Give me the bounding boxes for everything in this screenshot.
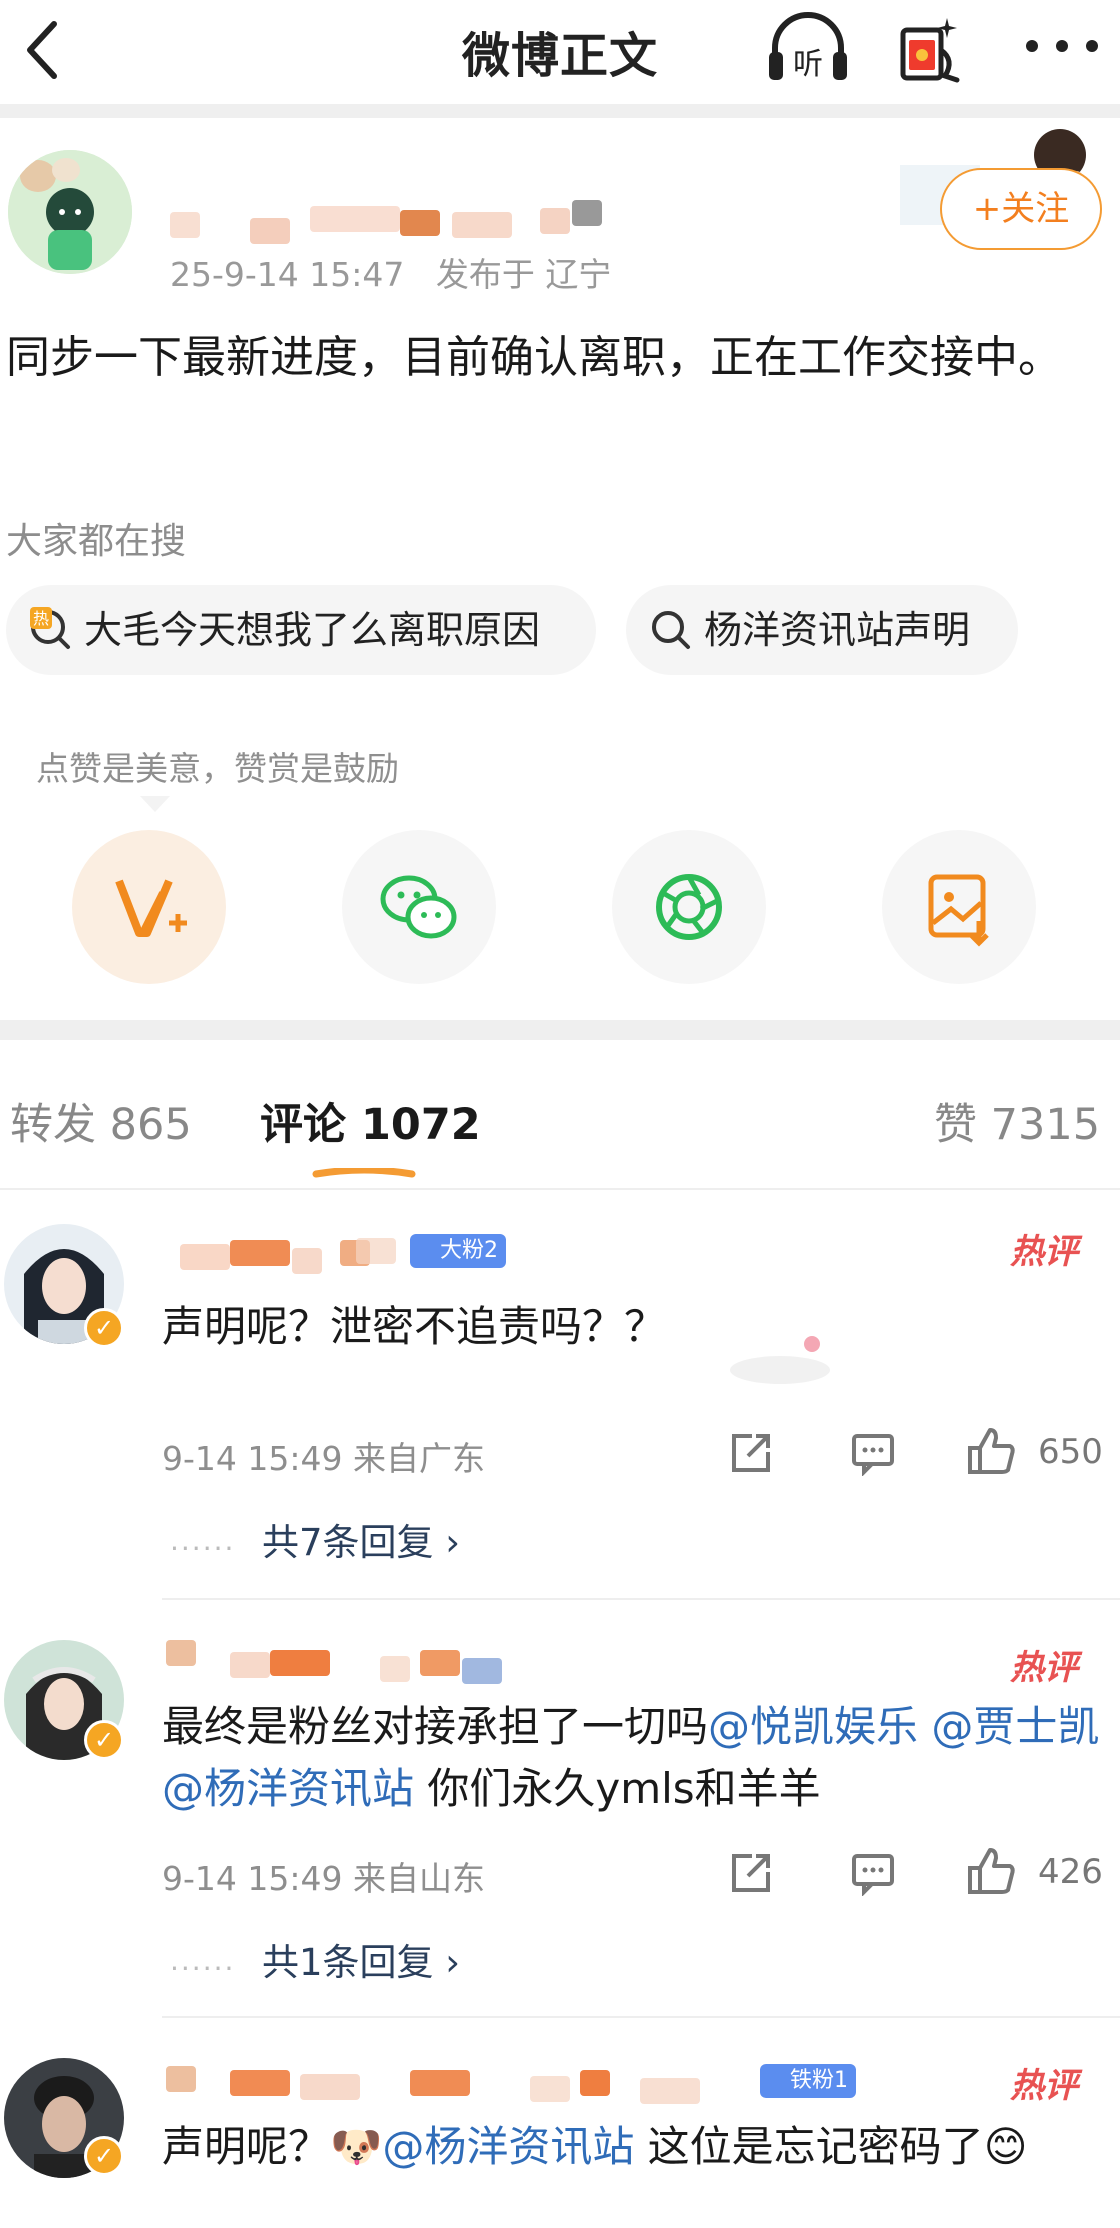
comment-location: 来自山东 <box>353 1859 485 1898</box>
like-thumb-icon[interactable] <box>966 1426 1016 1476</box>
hot-search-chip-1[interactable]: 热 大毛今天想我了么离职原因 <box>6 585 596 675</box>
post-location: 发布于 辽宁 <box>435 255 612 294</box>
comment-icon[interactable] <box>850 1850 896 1896</box>
comment-text-segment: 最终是粉丝对接承担了一切吗 <box>162 1702 709 1751</box>
like-count: 426 <box>1038 1852 1103 1892</box>
tabs-divider <box>0 1188 1120 1190</box>
verified-badge: ✓ <box>84 1720 124 1760</box>
listen-label: 听 <box>793 47 823 82</box>
post-time: 25-9-14 15:47 <box>170 255 405 294</box>
hot-search-chip-label: 大毛今天想我了么离职原因 <box>84 608 541 652</box>
comment-text-segment <box>918 1702 931 1751</box>
tab-repost-label: 转发 <box>10 1100 96 1150</box>
fan-badge: 铁粉1 <box>760 2064 856 2098</box>
hot-search-chip-2[interactable]: 杨洋资讯站声明 <box>626 585 1018 675</box>
view-replies-link[interactable]: 共1条回复 › <box>262 1932 460 1986</box>
fan-badge-label: 大粉2 <box>440 1238 498 1263</box>
more-options-icon[interactable] <box>1012 26 1112 66</box>
hot-search-icon: 热 <box>30 607 70 649</box>
save-image-icon <box>928 874 989 947</box>
comment-text-segment: 声明呢？ <box>162 2122 331 2171</box>
headphones-listen-icon[interactable]: 听 <box>763 8 853 88</box>
hot-comment-tag: 热评 <box>1010 2066 1078 2106</box>
share-icon[interactable] <box>728 1850 774 1896</box>
comment-text: 声明呢？🐶@杨洋资讯站 这位是忘记密码了😊 <box>162 2116 1102 2178</box>
hot-search-chip-label: 杨洋资讯站声明 <box>704 608 971 652</box>
comment-divider <box>162 2016 1120 2018</box>
mention-link[interactable]: @贾士凯 <box>931 1702 1099 1751</box>
fan-badge-label: 铁粉1 <box>790 2068 848 2093</box>
comment-decoration-sticker <box>730 1336 830 1384</box>
reward-button[interactable] <box>72 830 226 984</box>
comment-text-segment: 这位是忘记密码了 <box>634 2122 984 2171</box>
tab-likes[interactable]: 赞 7315 <box>934 1090 1100 1152</box>
comment-meta: 9-14 15:49 来自山东 <box>162 1852 485 1900</box>
hot-search-title: 大家都在搜 <box>6 521 187 562</box>
tab-comments-label: 评论 <box>260 1100 346 1150</box>
comment-text: 最终是粉丝对接承担了一切吗@悦凯娱乐 @贾士凯 @杨洋资讯站 你们永久ymls和… <box>162 1696 1102 1820</box>
comment-time: 9-14 15:49 <box>162 1439 343 1478</box>
header-divider <box>0 104 1120 118</box>
active-tab-indicator <box>312 1168 416 1178</box>
section-divider <box>0 1020 1120 1040</box>
poster-avatar[interactable] <box>8 150 132 274</box>
share-moments-button[interactable] <box>612 830 766 984</box>
hot-comment-tag: 热评 <box>1010 1232 1078 1272</box>
post-text: 同步一下最新进度，目前确认离职，正在工作交接中。 <box>6 332 1062 383</box>
red-packet-icon[interactable] <box>897 10 967 86</box>
moments-icon <box>656 874 722 940</box>
comment-text-segment: 声明呢？泄密不追责吗？？ <box>162 1302 667 1351</box>
verified-badge: ✓ <box>84 2136 124 2176</box>
search-icon <box>652 611 690 649</box>
fan-badge: 大粉2 <box>410 1234 506 1268</box>
tab-comments-count: 1072 <box>360 1100 481 1150</box>
comment-divider <box>162 1598 1120 1600</box>
save-image-button[interactable] <box>882 830 1036 984</box>
follow-button[interactable]: +关注 <box>940 168 1102 250</box>
tab-comments[interactable]: 评论 1072 <box>260 1090 481 1152</box>
top-bar: 微博正文 听 <box>0 0 1120 104</box>
v-plus-icon <box>115 879 187 937</box>
comment-meta: 9-14 15:49 来自广东 <box>162 1432 485 1480</box>
tab-repost-count: 865 <box>109 1100 192 1150</box>
hot-icon-label: 热 <box>33 609 49 628</box>
mention-link[interactable]: @杨洋资讯站 <box>162 1764 414 1813</box>
mention-link[interactable]: @杨洋资讯站 <box>382 2122 634 2171</box>
smile-emoji-icon: 😊 <box>983 2122 1028 2171</box>
like-count: 650 <box>1038 1432 1103 1472</box>
tab-likes-label: 赞 <box>934 1100 977 1150</box>
reply-dots: ...... <box>170 1944 236 1977</box>
share-wechat-button[interactable] <box>342 830 496 984</box>
tab-repost[interactable]: 转发 865 <box>10 1090 192 1152</box>
comment-location: 来自广东 <box>353 1439 485 1478</box>
verified-badge: ✓ <box>84 1308 124 1348</box>
share-icon[interactable] <box>728 1430 774 1476</box>
comment-text: 声明呢？泄密不追责吗？？ <box>162 1296 1102 1358</box>
comment-time: 9-14 15:49 <box>162 1859 343 1898</box>
mention-link[interactable]: @悦凯娱乐 <box>708 1702 918 1751</box>
tab-likes-count: 7315 <box>990 1100 1101 1150</box>
praise-tip: 点赞是美意，赞赏是鼓励 <box>36 749 399 788</box>
post-meta: 25-9-14 15:47 发布于 辽宁 <box>170 248 611 296</box>
dog-emoji-icon: 🐶 <box>330 2122 383 2171</box>
comment-text-segment: 你们永久ymls和羊羊 <box>414 1764 821 1813</box>
like-thumb-icon[interactable] <box>966 1846 1016 1896</box>
comment-icon[interactable] <box>850 1430 896 1476</box>
wechat-icon <box>380 875 457 939</box>
hot-comment-tag: 热评 <box>1010 1648 1078 1688</box>
reply-dots: ...... <box>170 1524 236 1557</box>
tip-arrow <box>140 796 170 812</box>
view-replies-link[interactable]: 共7条回复 › <box>262 1512 460 1566</box>
